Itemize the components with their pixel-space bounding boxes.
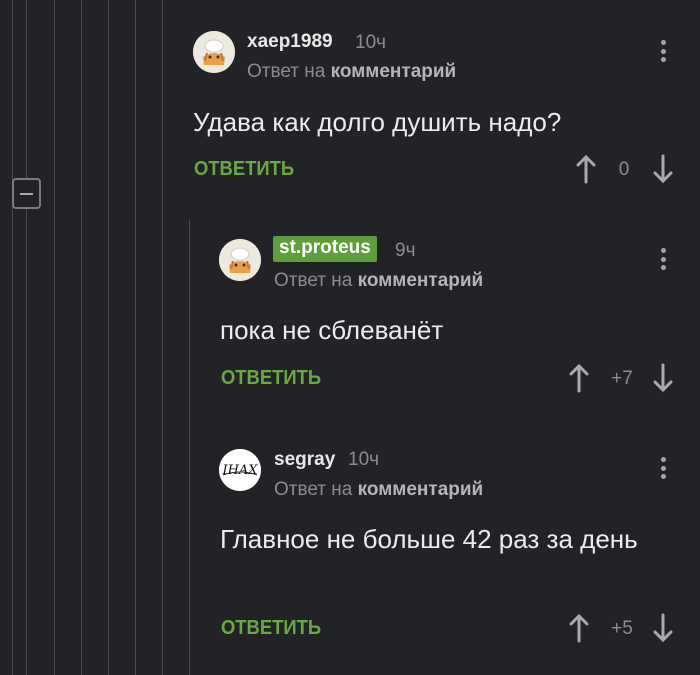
arrow-up-icon[interactable] [568,613,590,643]
reply-button[interactable]: ОТВЕТИТЬ [221,617,321,640]
username[interactable]: segray [274,449,335,471]
avatar[interactable]: IHAX [219,449,261,491]
rating: +5 [611,618,633,639]
arrow-down-icon[interactable] [652,613,674,643]
kebab-menu-icon [661,457,666,462]
reply-to-link[interactable]: комментарий [358,479,484,500]
reply-prefix: Ответ на [274,479,353,500]
comment-menu-button[interactable] [661,457,667,481]
reply-to-line: Ответ на комментарий [274,479,483,501]
comment-time: 10ч [348,449,380,470]
avatar-logo-text: IHAX [221,463,258,478]
logo-avatar-icon: IHAX [219,449,261,491]
comment-text: Главное не больше 42 раз за день [220,524,638,554]
comment: IHAX segray 10ч Ответ на комментарий Гла… [0,0,700,675]
